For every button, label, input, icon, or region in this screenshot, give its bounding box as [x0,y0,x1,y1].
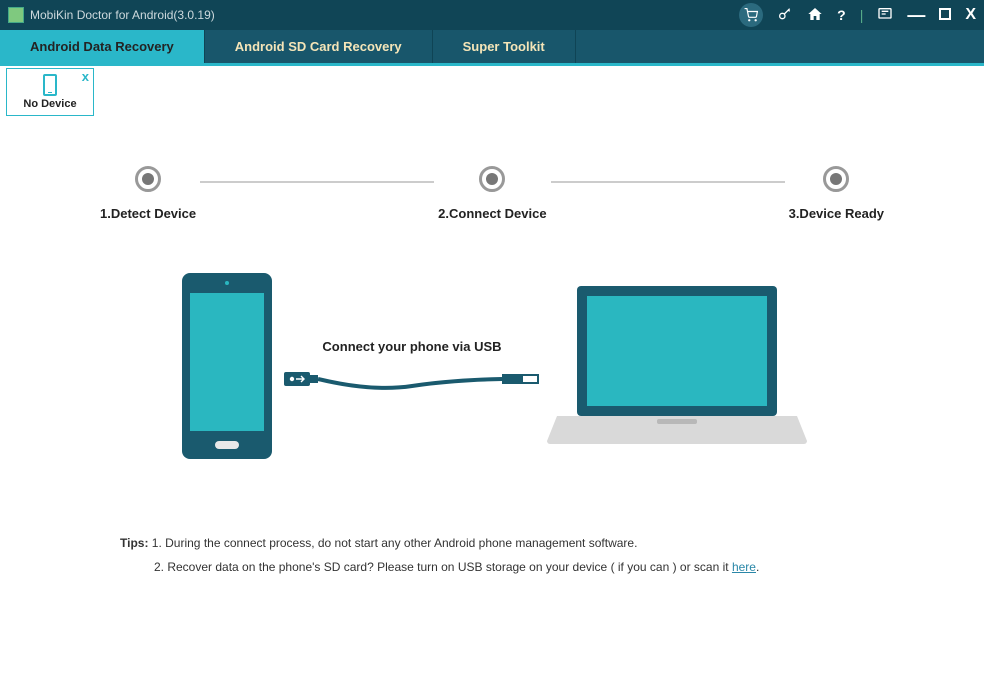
key-icon[interactable] [777,6,793,25]
tip-2-suffix: . [756,560,759,574]
tab-android-sd-card-recovery[interactable]: Android SD Card Recovery [205,30,433,63]
tab-label: Android SD Card Recovery [235,39,402,54]
step-circle-icon [479,166,505,192]
app-icon [8,7,24,23]
step-connector [200,181,434,183]
connect-illustration: Connect your phone via USB [60,271,924,461]
home-icon[interactable] [807,6,823,25]
help-icon[interactable]: ? [837,7,846,23]
navbar: Android Data Recovery Android SD Card Re… [0,30,984,66]
laptop-illustration-icon [547,281,807,451]
maximize-icon[interactable] [939,7,951,23]
tips-label: Tips: [120,536,148,550]
step-3: 3.Device Ready [789,166,884,221]
step-circle-icon [135,166,161,192]
here-link[interactable]: here [732,560,756,574]
device-tab-no-device[interactable]: x No Device [6,68,94,116]
tip-line-2: 2. Recover data on the phone's SD card? … [120,555,864,579]
tips-section: Tips: 1. During the connect process, do … [120,531,864,579]
step-1: 1.Detect Device [100,166,196,221]
step-circle-icon [823,166,849,192]
cable-area: Connect your phone via USB [277,339,547,394]
step-label: 1.Detect Device [100,206,196,221]
tip-line-1: Tips: 1. During the connect process, do … [120,531,864,555]
minimize-icon[interactable]: — [907,5,925,26]
window-controls: ? | — X [739,3,976,27]
phone-outline-icon [43,74,57,96]
step-2: 2.Connect Device [438,166,546,221]
phone-illustration-icon [177,271,277,461]
device-tab-label: No Device [23,98,76,110]
step-label: 3.Device Ready [789,206,884,221]
titlebar: MobiKin Doctor for Android(3.0.19) ? | —… [0,0,984,30]
usb-cable-icon [282,364,542,394]
step-label: 2.Connect Device [438,206,546,221]
steps-indicator: 1.Detect Device 2.Connect Device 3.Devic… [100,166,884,221]
device-tab-close[interactable]: x [82,69,89,84]
tab-android-data-recovery[interactable]: Android Data Recovery [0,30,205,63]
divider: | [860,7,864,23]
tip-2-prefix: 2. Recover data on the phone's SD card? … [154,560,732,574]
cart-icon[interactable] [739,3,763,27]
device-tab-row: x No Device [0,66,984,116]
step-connector [551,181,785,183]
tab-label: Android Data Recovery [30,39,174,54]
app-title: MobiKin Doctor for Android(3.0.19) [30,8,739,22]
tab-super-toolkit[interactable]: Super Toolkit [433,30,576,63]
tab-label: Super Toolkit [463,39,545,54]
feedback-icon[interactable] [877,6,893,25]
tip-1-text: 1. During the connect process, do not st… [148,536,637,550]
cable-label: Connect your phone via USB [322,339,501,354]
close-icon[interactable]: X [965,6,976,24]
main-content: 1.Detect Device 2.Connect Device 3.Devic… [0,116,984,609]
